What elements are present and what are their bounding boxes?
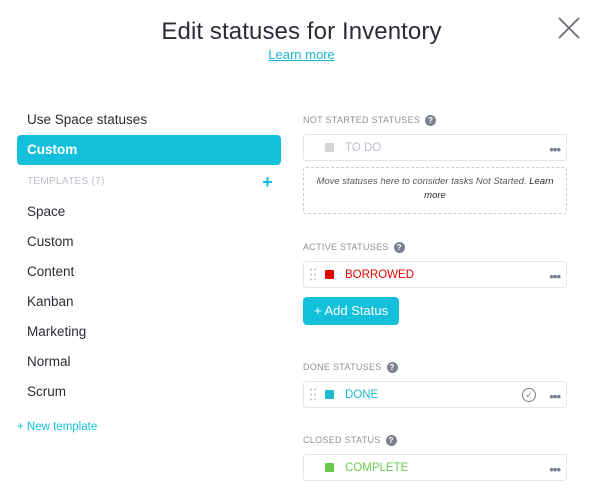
done-label: DONE STATUSES ? <box>303 360 567 374</box>
not-started-dropzone: Move statuses here to consider tasks Not… <box>303 167 567 214</box>
question-icon[interactable]: ? <box>393 241 405 253</box>
drag-handle-icon[interactable] <box>310 268 316 281</box>
not-started-label: NOT STARTED STATUSES ? <box>303 113 567 127</box>
status-name[interactable]: TO DO <box>345 142 381 154</box>
status-row-done[interactable]: DONE ✓ ••• <box>303 381 567 408</box>
templates-heading: TEMPLATES (7) + <box>17 165 281 199</box>
question-icon[interactable]: ? <box>386 361 398 373</box>
status-groups-panel: NOT STARTED STATUSES ? TO DO ••• Move st… <box>303 105 567 481</box>
status-source-panel: Use Space statuses Custom TEMPLATES (7) … <box>17 105 281 433</box>
template-item[interactable]: Custom <box>17 227 281 257</box>
templates-heading-label: TEMPLATES (7) <box>27 176 105 187</box>
status-name[interactable]: COMPLETE <box>345 462 408 474</box>
more-dots-icon[interactable]: ••• <box>549 142 561 157</box>
custom-statuses-option[interactable]: Custom <box>17 135 281 165</box>
template-item[interactable]: Normal <box>17 347 281 377</box>
question-icon[interactable]: ? <box>385 434 397 446</box>
status-color-swatch[interactable] <box>325 463 334 472</box>
template-item[interactable]: Content <box>17 257 281 287</box>
dropzone-text: Move statuses here to consider tasks Not… <box>316 176 527 187</box>
add-template-icon[interactable]: + <box>262 165 273 199</box>
template-item[interactable]: Kanban <box>17 287 281 317</box>
learn-more-link[interactable]: Learn more <box>0 47 603 62</box>
status-row-borrowed[interactable]: BORROWED ••• <box>303 261 567 288</box>
more-dots-icon[interactable]: ••• <box>549 462 561 477</box>
dialog-title: Edit statuses for Inventory <box>161 18 442 45</box>
add-status-button[interactable]: + Add Status <box>303 297 400 325</box>
status-color-swatch[interactable] <box>325 390 334 399</box>
more-dots-icon[interactable]: ••• <box>549 389 561 404</box>
status-row-complete[interactable]: COMPLETE ••• <box>303 454 567 481</box>
template-item[interactable]: Marketing <box>17 317 281 347</box>
status-color-swatch[interactable] <box>325 143 334 152</box>
close-icon[interactable] <box>557 16 581 40</box>
status-row-todo[interactable]: TO DO ••• <box>303 134 567 161</box>
question-icon[interactable]: ? <box>425 114 437 126</box>
status-name[interactable]: DONE <box>345 389 378 401</box>
status-color-swatch[interactable] <box>325 270 334 279</box>
new-template-link[interactable]: + New template <box>17 421 281 433</box>
active-label: ACTIVE STATUSES ? <box>303 240 567 254</box>
closed-label: CLOSED STATUS ? <box>303 433 567 447</box>
use-space-statuses-option[interactable]: Use Space statuses <box>17 105 281 135</box>
check-circle-icon[interactable]: ✓ <box>522 388 536 402</box>
status-name[interactable]: BORROWED <box>345 269 414 281</box>
drag-handle-icon[interactable] <box>310 388 316 401</box>
template-item[interactable]: Scrum <box>17 377 281 407</box>
more-dots-icon[interactable]: ••• <box>549 269 561 284</box>
template-item[interactable]: Space <box>17 197 281 227</box>
